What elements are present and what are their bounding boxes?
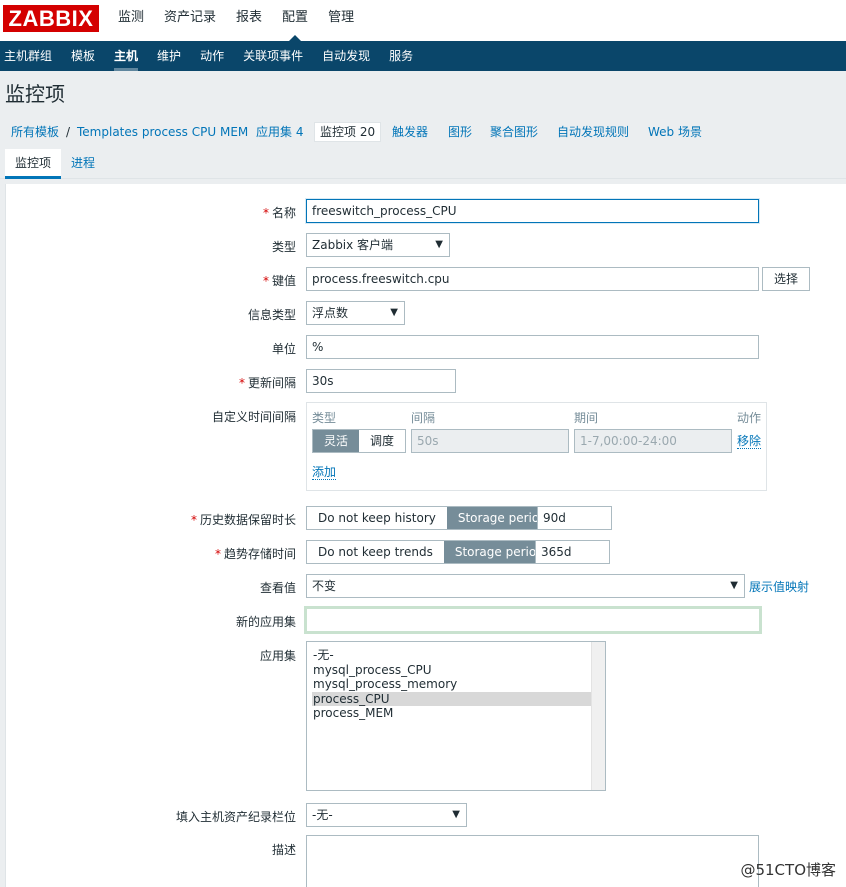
form-tabs: 监控项 进程	[0, 149, 846, 179]
applications-listbox[interactable]: -无- mysql_process_CPU mysql_process_memo…	[306, 641, 606, 791]
top-menu-monitoring[interactable]: 监测	[118, 0, 144, 41]
name-label: * 名称	[262, 206, 296, 220]
subnav-hosts[interactable]: 主机	[114, 41, 139, 71]
type-label: 类型	[271, 240, 296, 254]
sub-nav: 主机群组 模板 主机 维护 动作 关联项事件 自动发现 服务	[0, 41, 846, 71]
subnav-host-groups[interactable]: 主机群组	[4, 41, 52, 71]
new-application-label: 新的应用集	[235, 615, 296, 629]
application-option[interactable]: process_MEM	[312, 706, 592, 721]
applications-label: 应用集	[259, 649, 296, 663]
subnav-maintenance[interactable]: 维护	[157, 41, 181, 71]
top-menu-reports[interactable]: 报表	[236, 0, 262, 41]
col-interval-header: 间隔	[411, 411, 436, 425]
history-mode-toggle: Do not keep history Storage period	[306, 506, 559, 530]
tab-item[interactable]: 监控项	[5, 149, 62, 179]
breadcrumb-applications[interactable]: 应用集 4	[256, 123, 303, 141]
breadcrumb: 所有模板 / Templates process CPU MEM 应用集 4 监…	[0, 115, 846, 149]
breadcrumb-discovery-rules[interactable]: 自动发现规则	[557, 123, 629, 141]
valuemap-label: 查看值	[259, 581, 296, 595]
flexible-option[interactable]: 灵活	[313, 430, 360, 452]
subnav-services[interactable]: 服务	[389, 41, 413, 71]
subnav-actions[interactable]: 动作	[200, 41, 224, 71]
chevron-down-icon: ▼	[435, 239, 443, 250]
zabbix-logo[interactable]: ZABBIX	[3, 5, 99, 32]
type-select[interactable]: Zabbix 客户端 ▼	[306, 233, 450, 257]
breadcrumb-graphs[interactable]: 图形	[448, 123, 472, 141]
chevron-down-icon: ▼	[390, 307, 398, 318]
application-option[interactable]: mysql_process_CPU	[312, 663, 592, 678]
remove-interval-link[interactable]: 移除	[737, 434, 762, 449]
units-label: 单位	[271, 342, 296, 356]
description-textarea[interactable]	[306, 835, 759, 887]
flex-interval-input[interactable]: 50s	[411, 429, 569, 453]
breadcrumb-template[interactable]: Templates process CPU MEM	[77, 123, 248, 141]
col-action-header: 动作	[737, 411, 762, 425]
interval-label: * 更新间隔	[238, 376, 296, 390]
new-application-field[interactable]	[304, 606, 762, 634]
application-option[interactable]: mysql_process_memory	[312, 677, 592, 692]
top-menu: 监测 资产记录 报表 配置 管理	[118, 0, 374, 41]
application-option[interactable]: -无-	[312, 648, 592, 663]
trends-label: * 趋势存储时间	[214, 547, 296, 561]
watermark: @51CTO博客	[740, 861, 836, 879]
trends-period-field[interactable]: 365d	[535, 540, 610, 564]
listbox-scrollbar[interactable]	[591, 642, 605, 790]
interval-field[interactable]: 30s	[306, 369, 456, 393]
name-field[interactable]: freeswitch_process_CPU	[306, 199, 759, 223]
top-menu-administration[interactable]: 管理	[328, 0, 354, 41]
interval-type-toggle: 灵活 调度	[312, 429, 407, 453]
trends-no-keep-option[interactable]: Do not keep trends	[307, 541, 444, 563]
description-label: 描述	[271, 843, 296, 857]
custom-intervals-table: 类型 间隔 期间 动作 灵活 调度 50s 1-7,00:00-24:00 移除…	[306, 402, 767, 491]
history-no-keep-option[interactable]: Do not keep history	[307, 507, 447, 529]
tab-preprocessing[interactable]: 进程	[71, 149, 95, 179]
top-nav: ZABBIX 监测 资产记录 报表 配置 管理	[0, 0, 846, 41]
inventory-select[interactable]: -无- ▼	[306, 803, 467, 827]
top-menu-configuration[interactable]: 配置	[282, 0, 308, 41]
history-label: * 历史数据保留时长	[190, 513, 296, 527]
history-period-field[interactable]: 90d	[537, 506, 612, 530]
top-menu-inventory[interactable]: 资产记录	[164, 0, 216, 41]
valuemap-select[interactable]: 不变 ▼	[306, 574, 745, 598]
subnav-discovery[interactable]: 自动发现	[322, 41, 370, 71]
subnav-templates[interactable]: 模板	[71, 41, 95, 71]
item-form: * 名称 freeswitch_process_CPU 类型 Zabbix 客户端…	[5, 184, 846, 887]
breadcrumb-separator: /	[66, 125, 71, 139]
breadcrumb-all-templates[interactable]: 所有模板	[11, 123, 59, 141]
add-interval-link[interactable]: 添加	[312, 465, 337, 480]
col-type-header: 类型	[312, 411, 337, 425]
page-header: 监控项	[0, 71, 846, 115]
chevron-down-icon: ▼	[452, 809, 460, 820]
inventory-label: 填入主机资产纪录栏位	[175, 810, 296, 824]
custom-intervals-label: 自定义时间间隔	[211, 410, 296, 424]
subnav-correlation[interactable]: 关联项事件	[243, 41, 303, 71]
chevron-down-icon: ▼	[730, 580, 738, 591]
breadcrumb-web-scenarios[interactable]: Web 场景	[648, 123, 702, 141]
key-field[interactable]: process.freeswitch.cpu	[306, 267, 759, 291]
key-label: * 键值	[262, 274, 296, 288]
select-key-button[interactable]: 选择	[762, 267, 810, 291]
units-field[interactable]: %	[306, 335, 759, 359]
application-option-selected[interactable]: process_CPU	[312, 691, 592, 706]
info-type-select[interactable]: 浮点数 ▼	[306, 301, 405, 325]
breadcrumb-triggers[interactable]: 触发器	[392, 123, 428, 141]
flex-period-input[interactable]: 1-7,00:00-24:00	[574, 429, 732, 453]
breadcrumb-screens[interactable]: 聚合图形	[490, 123, 538, 141]
page-title: 监控项	[5, 82, 65, 106]
breadcrumb-items[interactable]: 监控项 20	[314, 122, 382, 142]
col-period-header: 期间	[574, 411, 599, 425]
trends-mode-toggle: Do not keep trends Storage period	[306, 540, 556, 564]
show-valuemap-link[interactable]: 展示值映射	[749, 580, 809, 594]
info-type-label: 信息类型	[247, 308, 296, 322]
scheduling-option[interactable]: 调度	[359, 430, 406, 452]
